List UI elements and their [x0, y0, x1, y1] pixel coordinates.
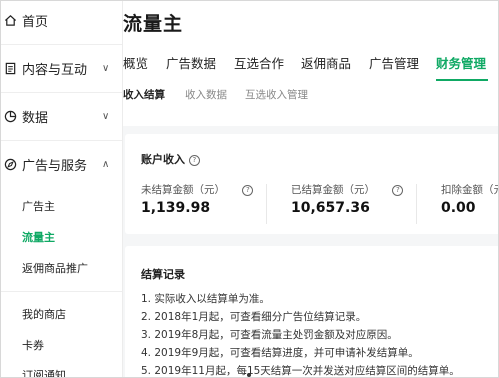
chevron-down-icon: ∨ [102, 62, 110, 74]
page-title: 流量主 [123, 13, 184, 35]
record-note: 3. 2019年8月起，可查看流量主处罚金额及对应原因。 [141, 329, 398, 341]
settled-amount: 10,657.36 [291, 200, 370, 216]
sidebar-item-data[interactable]: 数据 ∨ [1, 93, 122, 139]
help-icon[interactable]: ? [392, 184, 404, 196]
account-income-card: 账户收入 ? 未结算金额（元） ? 1,139.98 已结算金额（元） ? 10… [125, 134, 499, 234]
sidebar-item-ads[interactable]: 广告与服务 ∧ [1, 141, 122, 187]
metric-label: 已结算金额（元） ? [291, 182, 404, 197]
deducted-amount: 0.00 [441, 200, 476, 216]
sidebar-item-label: 广告与服务 [22, 158, 88, 174]
tab-ad-data[interactable]: 广告数据 [166, 53, 216, 72]
active-tab-indicator [436, 79, 488, 81]
unsettled-amount: 1,139.98 [141, 200, 211, 216]
document-icon [3, 61, 17, 75]
tab-ad-management[interactable]: 广告管理 [369, 53, 419, 72]
tab-commission-goods[interactable]: 返佣商品 [301, 53, 351, 72]
page-header: 流量主 概览 广告数据 互选合作 返佣商品 广告管理 财务管理 收入结算 收入数… [123, 1, 498, 126]
record-note: 1. 实际收入以结算单为准。 [141, 293, 270, 305]
pagination-dot [247, 373, 251, 377]
divider [416, 184, 417, 224]
tab-bar: 概览 广告数据 互选合作 返佣商品 广告管理 财务管理 [123, 53, 498, 75]
chevron-up-icon: ∧ [102, 158, 110, 170]
sidebar-item-home[interactable]: 首页 [1, 1, 122, 43]
sidebar-item-content[interactable]: 内容与互动 ∨ [1, 45, 122, 91]
record-note: 5. 2019年11月起，每15天结算一次并发送对应结算区间的结算单。 [141, 365, 460, 377]
card-title: 账户收入 ? [141, 151, 200, 167]
sidebar-divider [1, 291, 122, 292]
metric-label: 扣除金额（元 [441, 184, 499, 196]
tab-overview[interactable]: 概览 [123, 53, 148, 72]
sidebar-item-shop[interactable]: 我的商店 [22, 306, 66, 322]
pie-chart-icon [3, 109, 17, 123]
sidebar-item-coupon[interactable]: 卡券 [22, 337, 44, 353]
settlement-records-card: 结算记录 1. 实际收入以结算单为准。 2. 2018年1月起，可查看细分广告位… [125, 246, 498, 377]
record-note: 4. 2019年9月起，可查看结算进度，并可申请补发结算单。 [141, 347, 419, 359]
sidebar-item-notice[interactable]: 订阅通知 [22, 367, 66, 377]
record-note: 2. 2018年1月起，可查看细分广告位结算记录。 [141, 311, 367, 323]
tab-mutual-selection[interactable]: 互选合作 [234, 53, 284, 72]
subtab-income-settlement[interactable]: 收入结算 [123, 87, 165, 102]
help-icon[interactable]: ? [188, 154, 200, 166]
sidebar-subitem-traffic-owner[interactable]: 流量主 [22, 229, 55, 245]
sidebar-subitem-commission[interactable]: 返佣商品推广 [22, 260, 88, 276]
sidebar-item-label: 数据 [22, 110, 49, 126]
main-content: 流量主 概览 广告数据 互选合作 返佣商品 广告管理 财务管理 收入结算 收入数… [123, 1, 499, 377]
app-window: 首页 内容与互动 ∨ 数据 ∨ 广告与服务 ∧ 广告主 流量主 返佣商品推广 我… [0, 0, 499, 378]
subtab-income-data[interactable]: 收入数据 [185, 87, 227, 102]
sidebar: 首页 内容与互动 ∨ 数据 ∨ 广告与服务 ∧ 广告主 流量主 返佣商品推广 我… [1, 1, 123, 377]
help-icon[interactable]: ? [242, 184, 254, 196]
subtab-mutual-income[interactable]: 互选收入管理 [245, 87, 308, 102]
sidebar-item-label: 内容与互动 [22, 62, 88, 78]
card-title: 结算记录 [141, 268, 185, 281]
home-icon [3, 13, 17, 27]
sidebar-subitem-advertiser[interactable]: 广告主 [22, 198, 55, 214]
metric-label: 未结算金额（元） ? [141, 182, 254, 197]
sidebar-item-label: 首页 [22, 14, 49, 30]
chevron-down-icon: ∨ [102, 110, 110, 122]
compass-icon [3, 157, 17, 171]
divider [266, 184, 267, 224]
tab-finance[interactable]: 财务管理 [436, 53, 486, 72]
